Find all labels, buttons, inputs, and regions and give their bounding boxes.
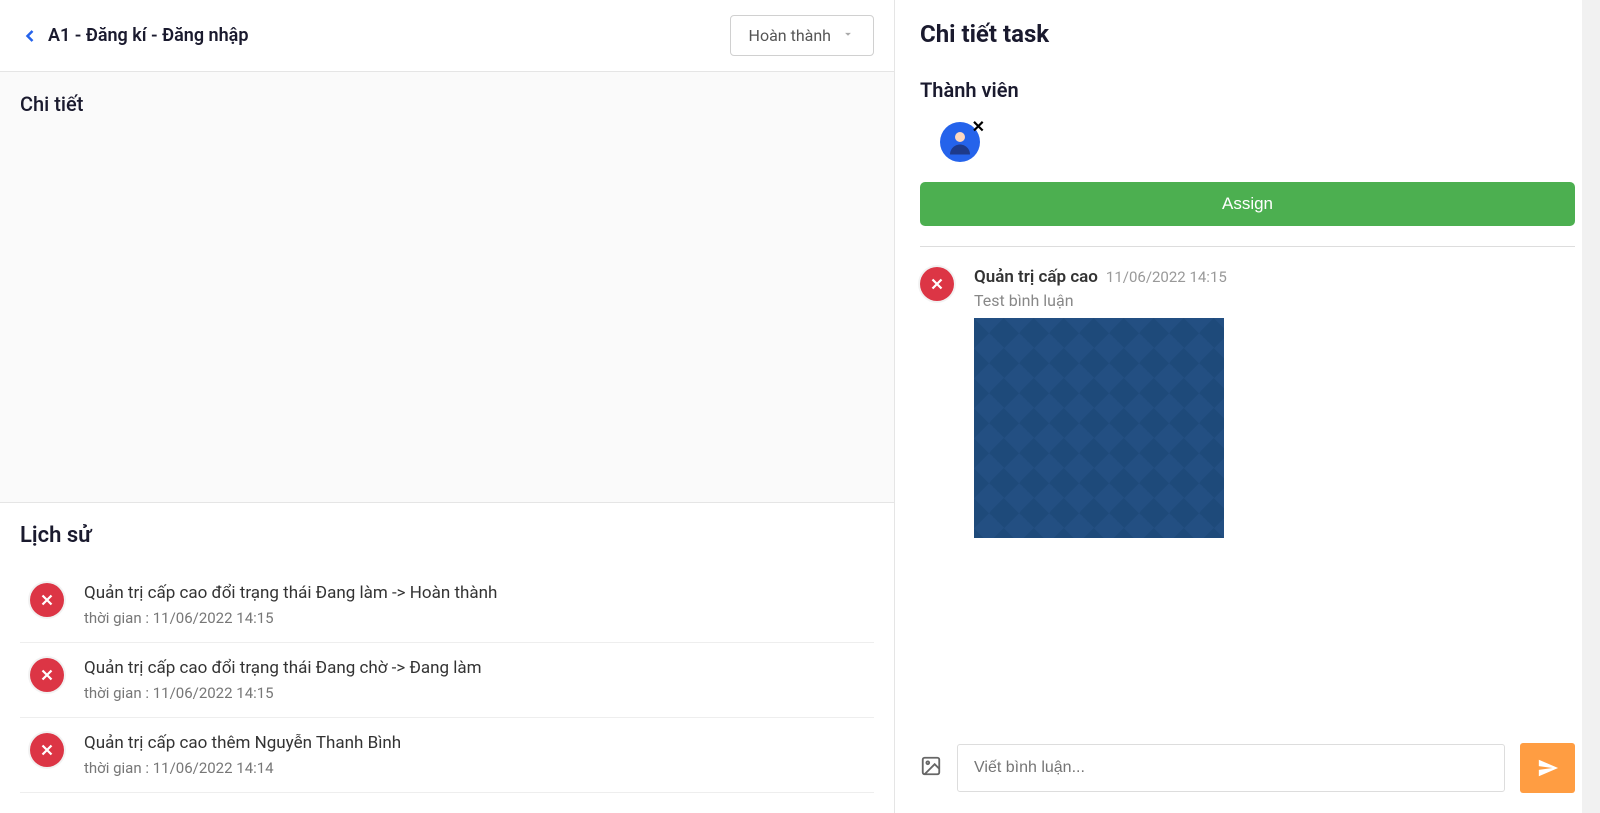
time-label: thời gian : xyxy=(84,609,149,627)
member-avatar-wrap: ✕ xyxy=(940,122,980,162)
history-heading: Lịch sử xyxy=(20,523,874,548)
history-text: Quản trị cấp cao đổi trạng thái Đang chờ… xyxy=(84,658,864,702)
history-item: Quản trị cấp cao đổi trạng thái Đang chờ… xyxy=(20,643,874,718)
comment-text: Test bình luận xyxy=(974,291,1575,310)
chevron-down-icon xyxy=(841,26,855,45)
outer-scrollbar[interactable] xyxy=(1582,0,1600,813)
comment-author: Quản trị cấp cao xyxy=(974,267,1098,287)
send-button[interactable] xyxy=(1520,743,1575,793)
history-text: Quản trị cấp cao đổi trạng thái Đang làm… xyxy=(84,583,864,627)
comment-image[interactable] xyxy=(974,318,1224,538)
detail-heading: Chi tiết xyxy=(20,92,874,116)
history-item: Quản trị cấp cao thêm Nguyễn Thanh Bình … xyxy=(20,718,874,793)
remove-member-icon[interactable]: ✕ xyxy=(972,117,985,136)
close-icon xyxy=(30,733,64,767)
assign-button[interactable]: Assign xyxy=(920,182,1575,226)
comment-body: Quản trị cấp cao 11/06/2022 14:15 Test b… xyxy=(974,267,1575,538)
task-title: A1 - Đăng kí - Đăng nhập xyxy=(48,25,248,46)
comment-date: 11/06/2022 14:15 xyxy=(1106,268,1227,286)
time-value: 11/06/2022 14:14 xyxy=(153,759,274,777)
back-arrow-icon[interactable] xyxy=(20,26,40,46)
close-icon xyxy=(30,658,64,692)
right-panel: Chi tiết task Thành viên ✕ Assign Quản t… xyxy=(895,0,1600,813)
history-text: Quản trị cấp cao thêm Nguyễn Thanh Bình … xyxy=(84,733,864,777)
left-panel: A1 - Đăng kí - Đăng nhập Hoàn thành Chi … xyxy=(0,0,895,813)
status-select[interactable]: Hoàn thành xyxy=(730,15,874,56)
history-time: thời gian : 11/06/2022 14:15 xyxy=(84,609,864,627)
history-desc: Quản trị cấp cao đổi trạng thái Đang chờ… xyxy=(84,658,864,678)
history-list: Quản trị cấp cao đổi trạng thái Đang làm… xyxy=(20,568,874,793)
status-selected-label: Hoàn thành xyxy=(749,26,831,45)
comment-item: Quản trị cấp cao 11/06/2022 14:15 Test b… xyxy=(920,267,1575,538)
time-value: 11/06/2022 14:15 xyxy=(153,684,274,702)
time-label: thời gian : xyxy=(84,684,149,702)
history-desc: Quản trị cấp cao thêm Nguyễn Thanh Bình xyxy=(84,733,864,753)
detail-section: Chi tiết xyxy=(0,72,894,503)
members-heading: Thành viên xyxy=(920,78,1575,102)
comment-input[interactable] xyxy=(957,744,1505,792)
divider xyxy=(920,246,1575,247)
right-panel-title: Chi tiết task xyxy=(920,20,1575,48)
image-icon[interactable] xyxy=(920,755,942,781)
history-section: Lịch sử Quản trị cấp cao đổi trạng thái … xyxy=(0,503,894,813)
comment-input-bar xyxy=(895,733,1600,803)
history-time: thời gian : 11/06/2022 14:14 xyxy=(84,759,864,777)
comment-header: Quản trị cấp cao 11/06/2022 14:15 xyxy=(974,267,1575,287)
history-item: Quản trị cấp cao đổi trạng thái Đang làm… xyxy=(20,568,874,643)
time-label: thời gian : xyxy=(84,759,149,777)
close-icon xyxy=(30,583,64,617)
history-desc: Quản trị cấp cao đổi trạng thái Đang làm… xyxy=(84,583,864,603)
history-time: thời gian : 11/06/2022 14:15 xyxy=(84,684,864,702)
task-header: A1 - Đăng kí - Đăng nhập Hoàn thành xyxy=(0,0,894,72)
time-value: 11/06/2022 14:15 xyxy=(153,609,274,627)
header-left: A1 - Đăng kí - Đăng nhập xyxy=(20,25,248,46)
close-icon[interactable] xyxy=(920,267,954,301)
